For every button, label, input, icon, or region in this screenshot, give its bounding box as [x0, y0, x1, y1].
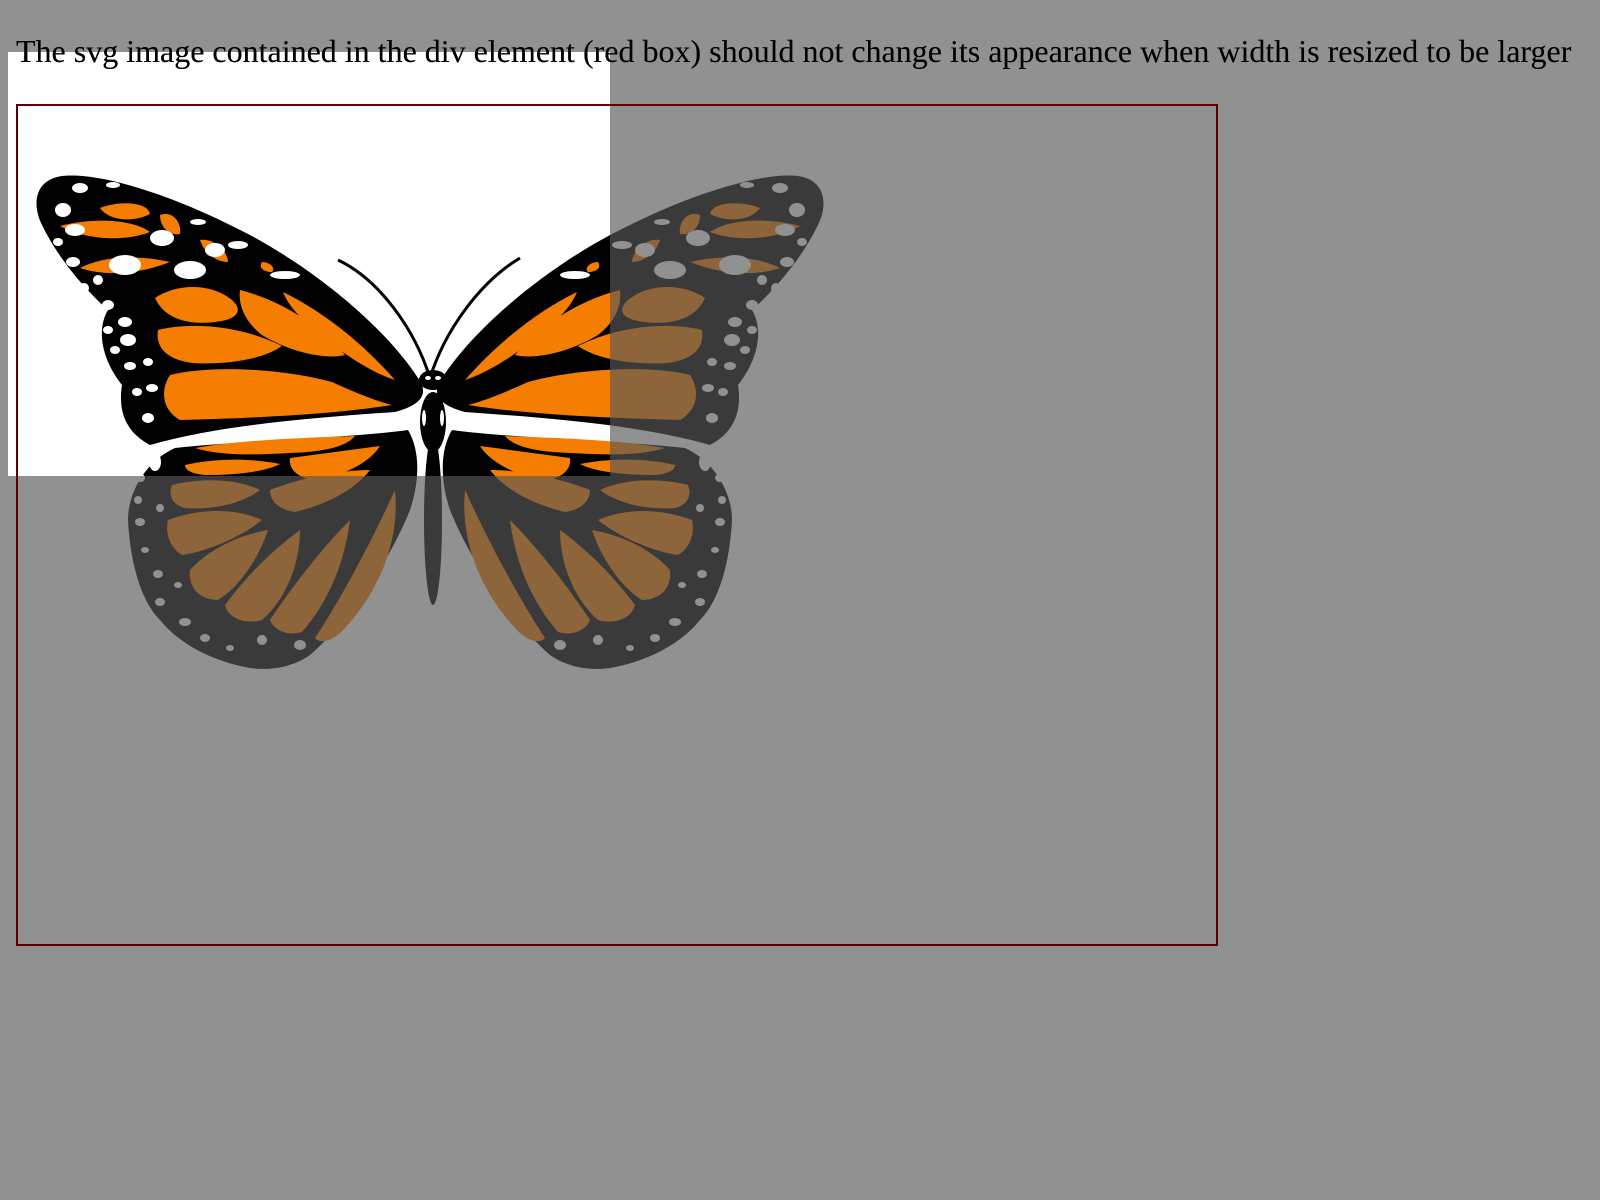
svg-container-red-box-outline: [16, 104, 1218, 946]
instruction-text-top: The svg image contained in the div eleme…: [16, 33, 1572, 69]
